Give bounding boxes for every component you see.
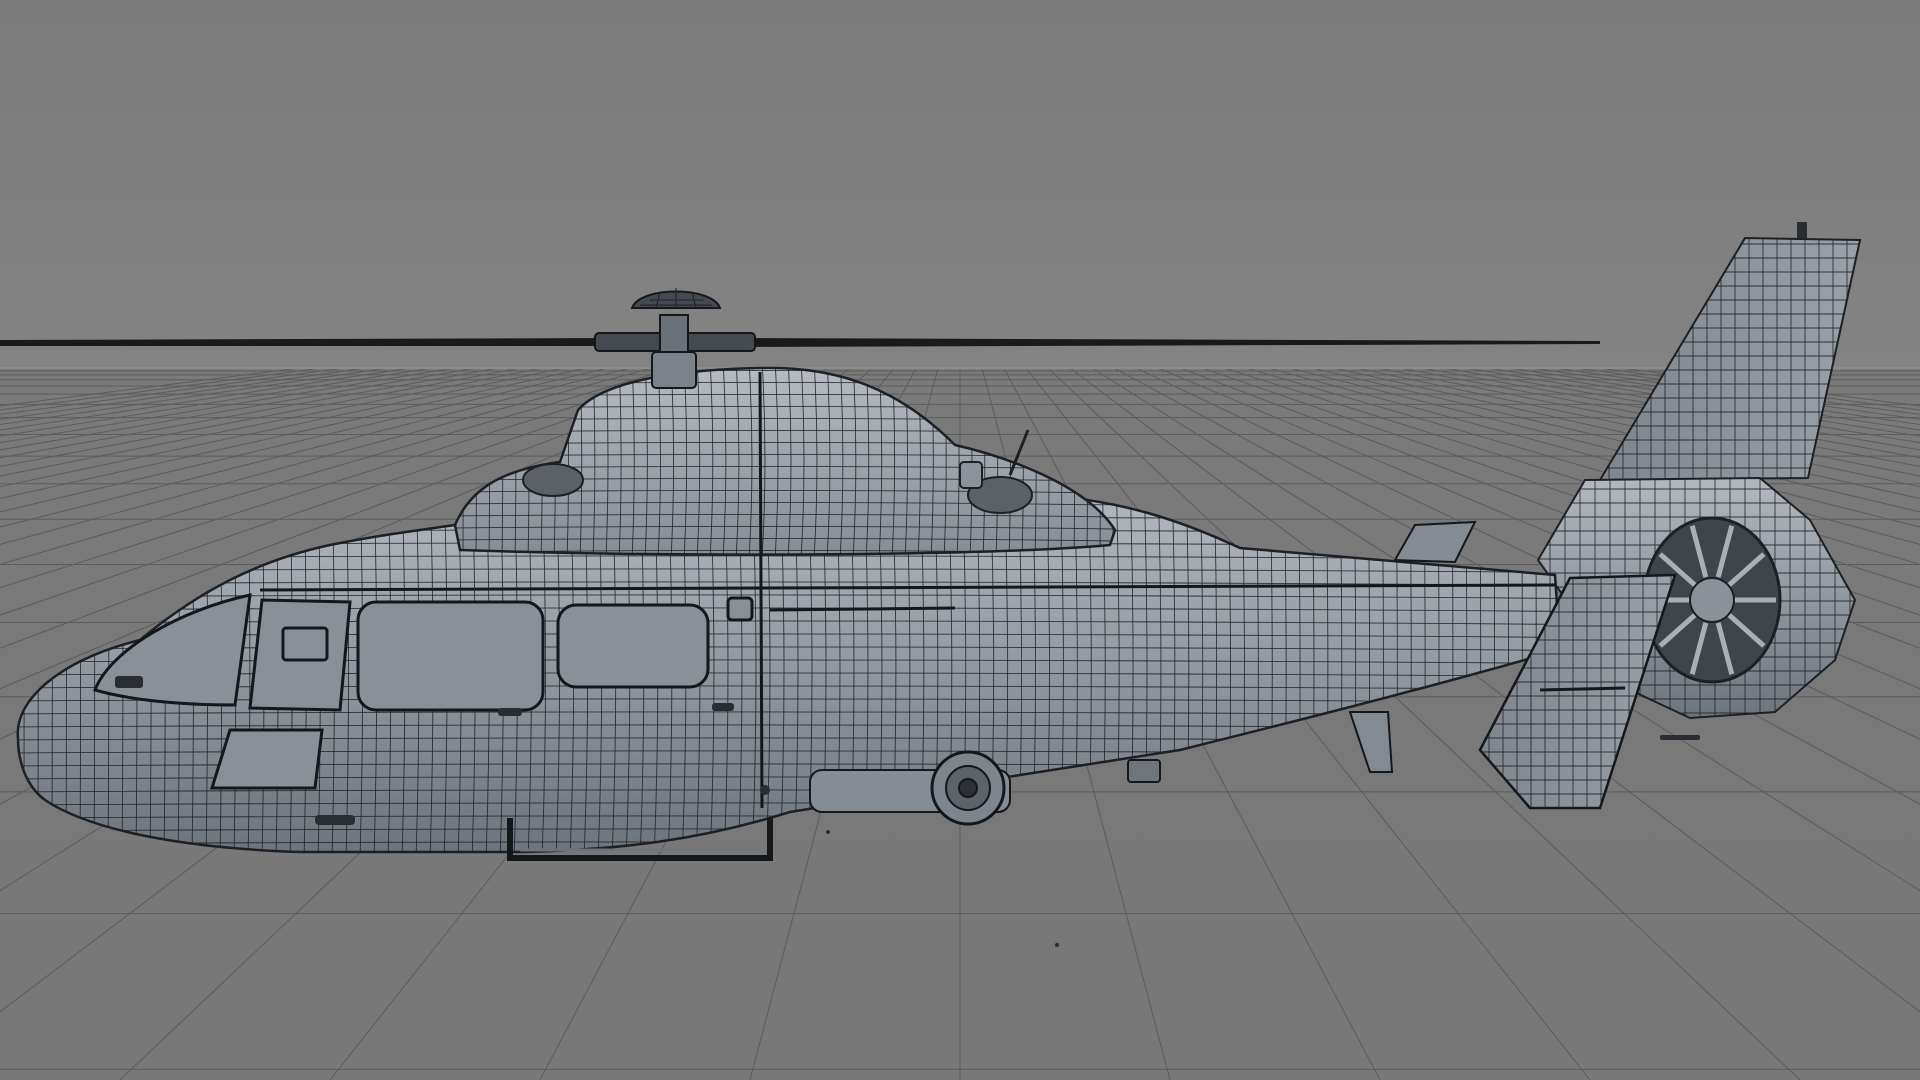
viewport-canvas[interactable] xyxy=(0,0,1920,1080)
intake-grille xyxy=(959,461,983,489)
tail-beacon xyxy=(1797,222,1807,238)
exhaust-left xyxy=(522,463,584,497)
cabin-window-front xyxy=(356,600,545,712)
belly-antenna xyxy=(1127,759,1161,783)
chin-window xyxy=(209,728,324,790)
fenestron-hub xyxy=(1689,577,1735,623)
cabin-small-window xyxy=(726,596,754,622)
3d-viewport[interactable] xyxy=(0,0,1920,1080)
cabin-window-rear xyxy=(556,603,710,689)
viewport-sky xyxy=(0,0,1920,368)
door-vent xyxy=(281,626,329,662)
